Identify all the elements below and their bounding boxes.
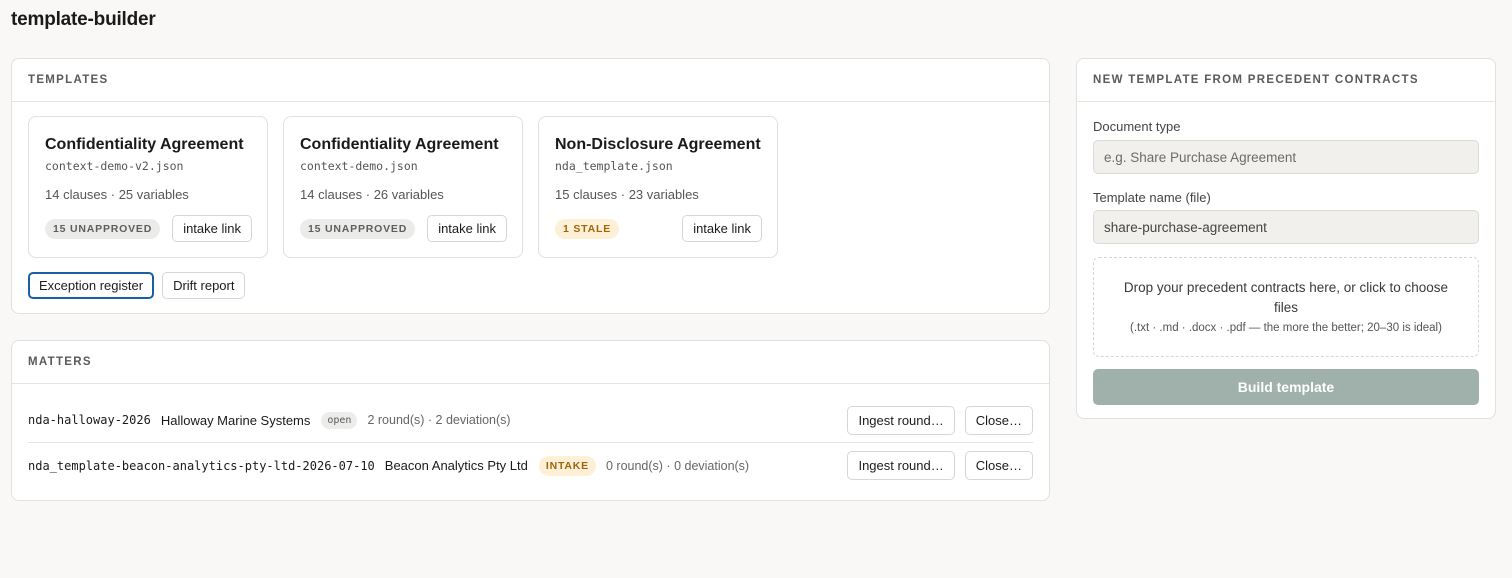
matters-panel-header: MATTERS xyxy=(12,341,1049,384)
template-card-title: Non-Disclosure Agreement xyxy=(555,136,761,153)
unapproved-badge: 15 UNAPPROVED xyxy=(45,218,161,239)
new-template-panel-header: NEW TEMPLATE FROM PRECEDENT CONTRACTS xyxy=(1077,59,1495,102)
templates-panel: TEMPLATES Confidentiality Agreement cont… xyxy=(11,58,1050,314)
template-card-file: nda_template.json xyxy=(555,159,673,173)
template-card[interactable]: Confidentiality Agreement context-demo-v… xyxy=(28,116,268,258)
matter-row: nda-halloway-2026 Halloway Marine System… xyxy=(28,398,1033,443)
intake-link-button[interactable]: intake link xyxy=(682,215,762,242)
drift-report-button[interactable]: Drift report xyxy=(162,272,246,299)
template-card-meta: 15 clauses · 23 variables xyxy=(555,187,699,202)
exception-register-button[interactable]: Exception register xyxy=(28,272,155,299)
document-type-label: Document type xyxy=(1093,119,1181,134)
templates-panel-header: TEMPLATES xyxy=(12,59,1049,102)
matter-slug: nda_template-beacon-analytics-pty-ltd-20… xyxy=(28,458,375,473)
matter-slug: nda-halloway-2026 xyxy=(28,413,151,427)
template-card-title: Confidentiality Agreement xyxy=(300,136,499,153)
matter-counts: 2 round(s) · 2 deviation(s) xyxy=(367,413,511,427)
matter-counts: 0 round(s) · 0 deviation(s) xyxy=(605,458,750,473)
close-matter-button[interactable]: Close… xyxy=(964,451,1033,480)
templates-heading: TEMPLATES xyxy=(28,74,109,86)
matters-panel: MATTERS nda-halloway-2026 Halloway Marin… xyxy=(11,340,1050,501)
template-card[interactable]: Confidentiality Agreement context-demo.j… xyxy=(283,116,523,258)
template-card-file: context-demo.json xyxy=(300,159,418,173)
intake-link-button[interactable]: intake link xyxy=(427,215,507,242)
stale-badge: 1 STALE xyxy=(555,218,619,239)
template-card-footer: 15 UNAPPROVED intake link xyxy=(45,215,252,242)
template-card-meta: 14 clauses · 25 variables xyxy=(45,187,189,202)
matter-row: nda_template-beacon-analytics-pty-ltd-20… xyxy=(28,443,1033,488)
dropzone-text: Drop your precedent contracts here, or c… xyxy=(1123,280,1449,315)
templates-actions: Exception register Drift report xyxy=(28,272,246,299)
matter-name: Halloway Marine Systems xyxy=(160,412,311,428)
intake-link-button[interactable]: intake link xyxy=(172,215,252,242)
new-template-heading: NEW TEMPLATE FROM PRECEDENT CONTRACTS xyxy=(1093,74,1419,86)
template-card-footer: 15 UNAPPROVED intake link xyxy=(300,215,507,242)
template-card-title: Confidentiality Agreement xyxy=(45,136,244,153)
matter-actions: Ingest round… Close… xyxy=(847,451,1033,480)
status-badge: INTAKE xyxy=(538,455,596,476)
template-name-label: Template name (file) xyxy=(1093,190,1211,205)
close-matter-button[interactable]: Close… xyxy=(964,405,1033,435)
matter-actions: Ingest round… Close… xyxy=(847,405,1033,435)
matters-heading: MATTERS xyxy=(28,356,92,368)
status-badge: open xyxy=(321,411,358,429)
template-card-meta: 14 clauses · 26 variables xyxy=(300,187,444,202)
document-type-input[interactable] xyxy=(1093,140,1479,174)
new-template-panel: NEW TEMPLATE FROM PRECEDENT CONTRACTS Do… xyxy=(1076,58,1496,419)
app-title: template-builder xyxy=(11,9,156,30)
ingest-round-button[interactable]: Ingest round… xyxy=(847,405,955,435)
template-card-footer: 1 STALE intake link xyxy=(555,215,762,242)
ingest-round-button[interactable]: Ingest round… xyxy=(847,451,955,480)
dropzone-hint: (.txt · .md · .docx · .pdf — the more th… xyxy=(1130,322,1442,334)
unapproved-badge: 15 UNAPPROVED xyxy=(300,218,416,239)
template-card-file: context-demo-v2.json xyxy=(45,159,184,173)
matter-name: Beacon Analytics Pty Ltd xyxy=(384,458,528,473)
template-name-input[interactable] xyxy=(1093,210,1479,244)
template-card[interactable]: Non-Disclosure Agreement nda_template.js… xyxy=(538,116,778,258)
template-cards: Confidentiality Agreement context-demo-v… xyxy=(28,116,778,258)
precedent-dropzone[interactable]: Drop your precedent contracts here, or c… xyxy=(1093,257,1479,357)
build-template-button[interactable]: Build template xyxy=(1093,369,1479,405)
